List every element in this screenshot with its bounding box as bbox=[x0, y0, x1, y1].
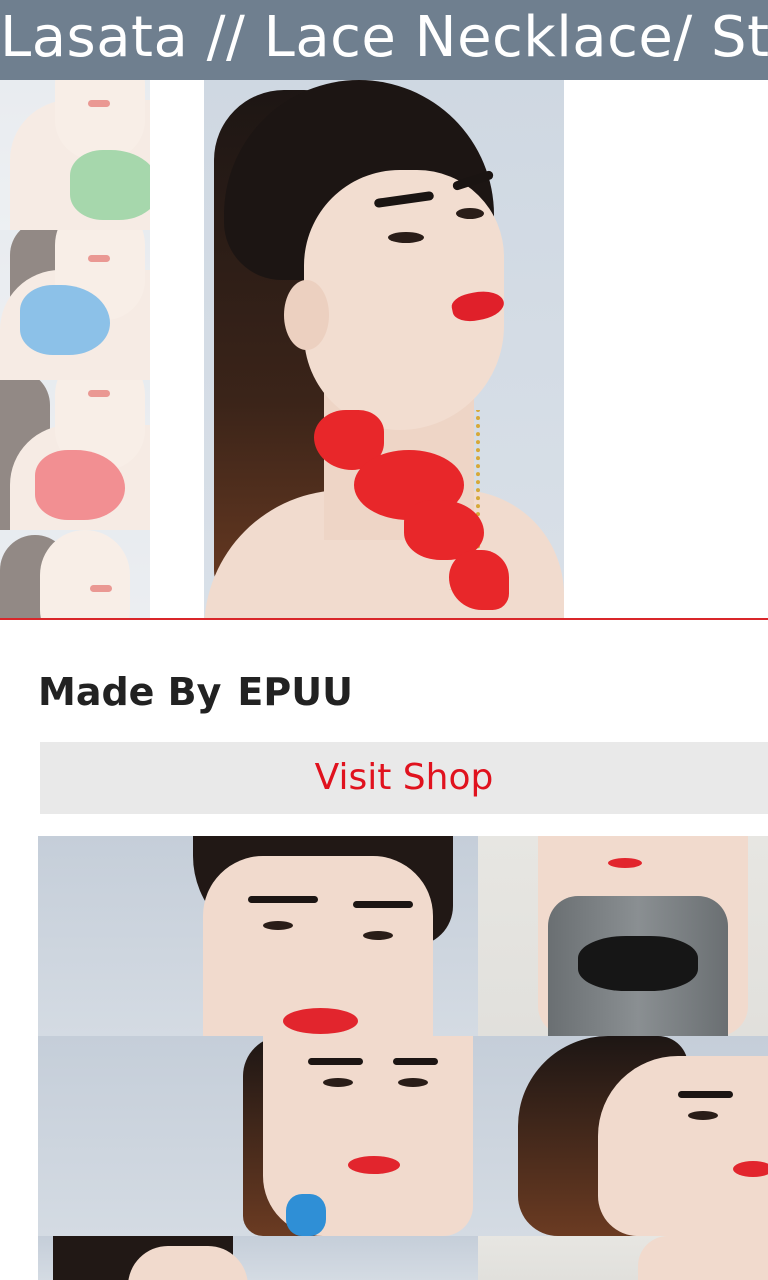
related-item-tile[interactable] bbox=[478, 1236, 768, 1280]
related-item-tile[interactable] bbox=[478, 836, 768, 1036]
thumbnail-green-lace[interactable] bbox=[0, 80, 150, 230]
thumbnail-strip[interactable] bbox=[0, 80, 150, 620]
made-by-label: Made By bbox=[38, 670, 222, 714]
related-item-tile[interactable] bbox=[38, 1036, 478, 1236]
visit-shop-button[interactable]: Visit Shop bbox=[40, 742, 768, 814]
title-bar: Lasata // Lace Necklace/ Statement Neckl… bbox=[0, 0, 768, 80]
made-by-line: Made By EPUU bbox=[38, 670, 353, 714]
main-product-image[interactable] bbox=[204, 80, 564, 618]
related-item-tile[interactable] bbox=[478, 1036, 768, 1236]
related-item-tile[interactable] bbox=[38, 836, 478, 1036]
product-title: Lasata // Lace Necklace/ Statement Neckl… bbox=[0, 5, 768, 70]
shop-name[interactable]: EPUU bbox=[237, 670, 353, 714]
visit-shop-label: Visit Shop bbox=[314, 757, 494, 798]
thumbnail-blue-lace[interactable] bbox=[0, 230, 150, 380]
related-item-tile[interactable] bbox=[38, 1236, 478, 1280]
related-items-grid bbox=[38, 836, 768, 1280]
thumbnail-red-lace[interactable] bbox=[0, 380, 150, 530]
thumbnail-model[interactable] bbox=[0, 530, 150, 620]
product-page: Lasata // Lace Necklace/ Statement Neckl… bbox=[0, 0, 768, 1280]
section-divider bbox=[0, 618, 768, 620]
